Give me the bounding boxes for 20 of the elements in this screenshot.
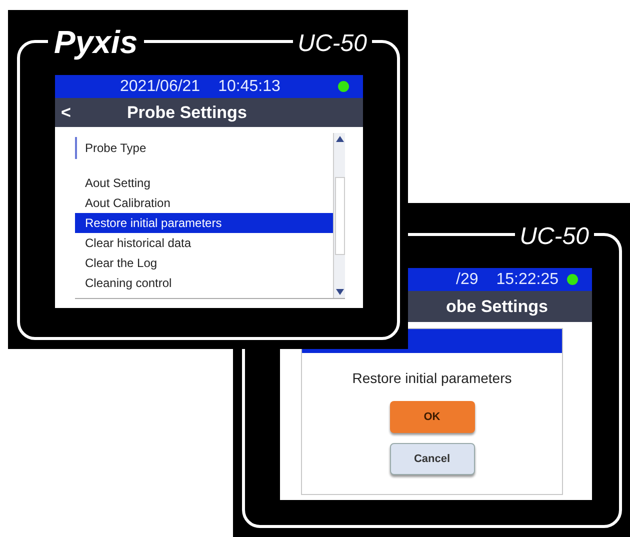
time-text: 15:22:25 xyxy=(496,270,559,290)
list-item[interactable]: Aout Calibration xyxy=(75,193,333,213)
list-item[interactable]: Aout Setting xyxy=(75,173,333,193)
scrollbar[interactable] xyxy=(333,133,345,298)
ok-button[interactable]: OK xyxy=(390,401,474,433)
date-text: 2021/06/21 xyxy=(120,76,200,96)
cancel-button[interactable]: Cancel xyxy=(390,443,474,475)
scroll-down-icon[interactable] xyxy=(334,288,344,296)
time-text: 10:45:13 xyxy=(218,76,280,96)
list-item[interactable]: Cleaning control xyxy=(75,273,333,293)
screen-title: obe Settings xyxy=(446,296,548,318)
list-item[interactable]: Restore initial parameters xyxy=(75,213,333,233)
dialog-message: Restore initial parameters xyxy=(352,369,512,388)
list-item[interactable]: Clear historical data xyxy=(75,233,333,253)
screen-title: Probe Settings xyxy=(126,102,247,124)
date-text: /29 xyxy=(456,270,478,290)
scroll-up-icon[interactable] xyxy=(334,135,344,143)
scroll-thumb[interactable] xyxy=(334,176,344,254)
back-button[interactable]: < xyxy=(55,100,77,126)
list-item[interactable]: Clear the Log xyxy=(75,253,333,273)
